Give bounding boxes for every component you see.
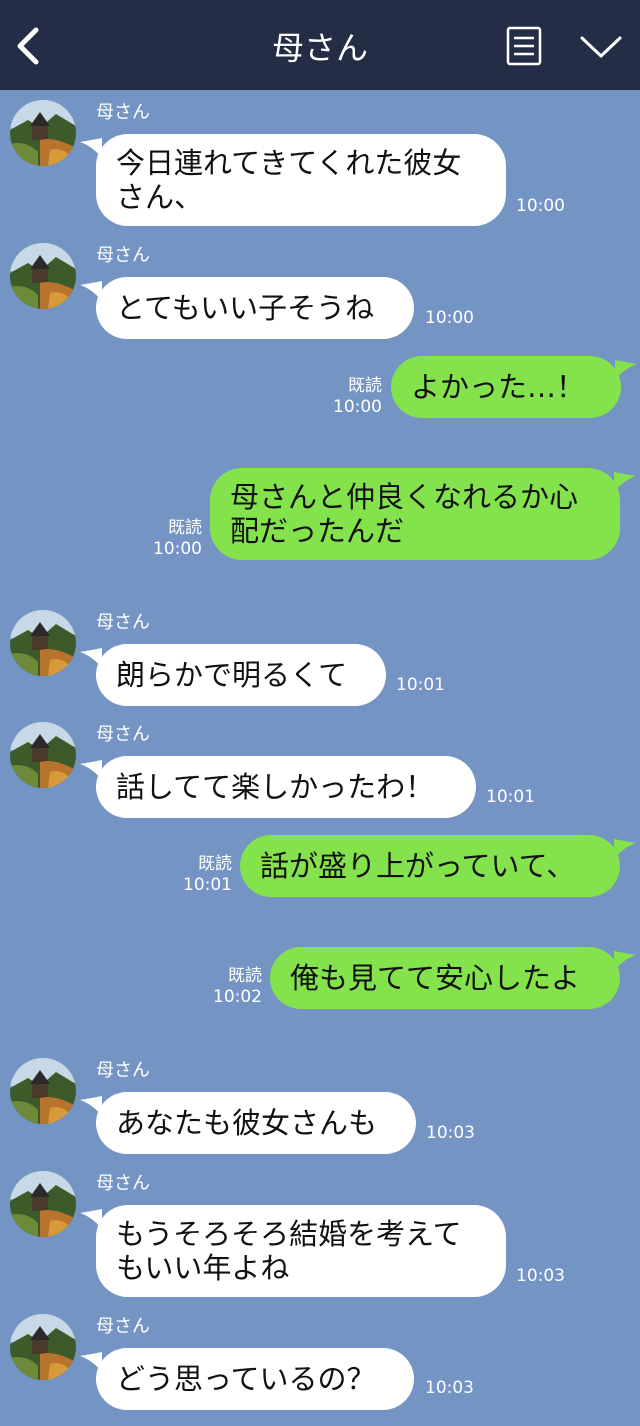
message-time: 10:00: [425, 308, 474, 328]
message-bubble-incoming[interactable]: あなたも彼女さんも: [96, 1092, 416, 1154]
bubble-tail: [80, 281, 102, 305]
message-time: 10:01: [396, 675, 445, 695]
contact-avatar[interactable]: [10, 100, 76, 166]
read-receipt: 既読: [348, 376, 382, 396]
bubble-tail: [80, 648, 102, 672]
message-meta: 既読 10:01: [180, 854, 232, 896]
contact-avatar[interactable]: [10, 722, 76, 788]
contact-avatar[interactable]: [10, 610, 76, 676]
message-text: とてもいい子そうね: [116, 291, 375, 325]
list-menu-icon: [506, 26, 542, 66]
message-bubble-incoming[interactable]: 今日連れてきてくれた彼女 さん、: [96, 134, 506, 226]
sender-name: 母さん: [96, 102, 150, 123]
bubble-tail: [614, 951, 636, 975]
bubble-tail: [80, 1209, 102, 1233]
contact-avatar[interactable]: [10, 1171, 76, 1237]
bubble-tail: [80, 1352, 102, 1376]
message-text: もうそろそろ結婚を考えて もいい年よね: [116, 1217, 462, 1285]
message-time: 10:00: [333, 397, 382, 417]
sender-name: 母さん: [96, 724, 150, 745]
message-bubble-outgoing[interactable]: 話が盛り上がっていて、: [240, 835, 620, 897]
sender-name: 母さん: [96, 1316, 150, 1337]
message-time: 10:01: [183, 875, 232, 895]
message-text: 朗らかで明るくて: [116, 658, 348, 692]
bubble-tail: [80, 1096, 102, 1120]
contact-avatar[interactable]: [10, 1058, 76, 1124]
read-receipt: 既読: [228, 966, 262, 986]
message-bubble-outgoing[interactable]: よかった…！: [391, 356, 621, 418]
message-time: 10:03: [516, 1266, 565, 1286]
message-meta: 既読 10:02: [210, 966, 262, 1008]
message-bubble-outgoing[interactable]: 俺も見てて安心したよ: [270, 947, 620, 1009]
message-text: 俺も見てて安心したよ: [290, 961, 581, 995]
message-bubble-incoming[interactable]: 話してて楽しかったわ！: [96, 756, 476, 818]
collapse-button[interactable]: [576, 24, 626, 68]
message-bubble-outgoing[interactable]: 母さんと仲良くなれるか心 配だったんだ: [210, 468, 620, 560]
contact-avatar[interactable]: [10, 243, 76, 309]
message-bubble-incoming[interactable]: とてもいい子そうね: [96, 277, 414, 339]
message-time: 10:00: [153, 539, 202, 559]
back-button[interactable]: [10, 24, 50, 68]
message-text: あなたも彼女さんも: [116, 1106, 378, 1140]
read-receipt: 既読: [168, 518, 202, 538]
chat-area[interactable]: 母さん 今日連れてきてくれた彼女 さん、 10:00 母さん とてもいい子そうね…: [0, 90, 640, 1426]
bubble-tail: [80, 138, 102, 162]
bubble-tail: [614, 472, 636, 496]
message-text: どう思っているの？: [116, 1362, 376, 1396]
message-meta: 既読 10:00: [150, 518, 202, 560]
chevron-left-icon: [17, 27, 39, 65]
message-text: 話が盛り上がっていて、: [260, 849, 576, 883]
message-bubble-incoming[interactable]: 朗らかで明るくて: [96, 644, 386, 706]
menu-button[interactable]: [502, 24, 546, 68]
message-text: 今日連れてきてくれた彼女 さん、: [116, 146, 462, 214]
message-bubble-incoming[interactable]: どう思っているの？: [96, 1348, 414, 1410]
sender-name: 母さん: [96, 1173, 150, 1194]
message-time: 10:03: [425, 1378, 474, 1398]
chat-header: 母さん: [0, 0, 640, 90]
message-time: 10:01: [486, 787, 535, 807]
message-bubble-incoming[interactable]: もうそろそろ結婚を考えて もいい年よね: [96, 1205, 506, 1297]
bubble-tail: [80, 760, 102, 784]
message-text: 母さんと仲良くなれるか心 配だったんだ: [230, 480, 579, 548]
bubble-tail: [615, 360, 637, 384]
sender-name: 母さん: [96, 245, 150, 266]
contact-avatar[interactable]: [10, 1314, 76, 1380]
chevron-down-icon: [580, 36, 622, 58]
message-text: 話してて楽しかったわ！: [116, 770, 435, 804]
message-time: 10:00: [516, 196, 565, 216]
bubble-tail: [614, 839, 636, 863]
message-text: よかった…！: [411, 370, 586, 404]
sender-name: 母さん: [96, 612, 150, 633]
message-time: 10:03: [426, 1123, 475, 1143]
read-receipt: 既読: [198, 854, 232, 874]
message-meta: 既読 10:00: [330, 376, 382, 418]
message-time: 10:02: [213, 987, 262, 1007]
sender-name: 母さん: [96, 1060, 150, 1081]
